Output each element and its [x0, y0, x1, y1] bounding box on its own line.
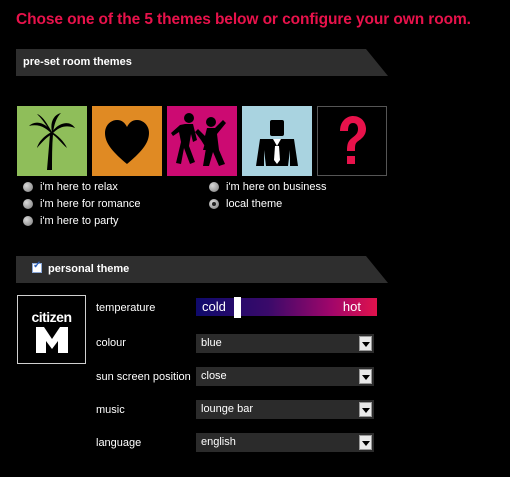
music-label: music	[96, 404, 125, 416]
chevron-down-icon[interactable]	[359, 336, 372, 351]
option-romance[interactable]: i'm here for romance	[23, 198, 141, 210]
personal-theme-checkbox[interactable]	[32, 260, 42, 273]
colour-select-value: blue	[201, 337, 222, 349]
page-headline: Chose one of the 5 themes below or confi…	[16, 11, 471, 28]
option-relax-label: i'm here to relax	[40, 181, 118, 193]
option-relax[interactable]: i'm here to relax	[23, 181, 118, 193]
theme-tile-business[interactable]	[242, 106, 312, 176]
temperature-slider[interactable]: cold hot	[196, 297, 377, 318]
chevron-down-icon[interactable]	[359, 435, 372, 450]
colour-label: colour	[96, 337, 126, 349]
cold-label: cold	[202, 299, 226, 314]
businessman-icon	[256, 120, 298, 166]
hot-label: hot	[342, 299, 361, 314]
chevron-down-icon[interactable]	[359, 369, 372, 384]
colour-select[interactable]: blue	[196, 334, 374, 353]
temperature-slider-thumb[interactable]	[234, 297, 241, 318]
option-local-label: local theme	[226, 198, 283, 210]
option-local[interactable]: local theme	[209, 198, 282, 210]
logo-text: citizen	[31, 309, 72, 325]
radio-business[interactable]	[209, 182, 219, 192]
sun-screen-select-value: close	[201, 370, 227, 382]
citizen-m-logo: citizen	[17, 295, 86, 364]
radio-party[interactable]	[23, 216, 33, 226]
option-party-label: i'm here to party	[40, 215, 119, 227]
theme-tile-party[interactable]	[167, 106, 237, 176]
question-mark-icon	[340, 116, 366, 164]
chevron-down-icon[interactable]	[359, 402, 372, 417]
language-label: language	[96, 437, 142, 449]
option-romance-label: i'm here for romance	[40, 198, 141, 210]
language-select-value: english	[201, 436, 236, 448]
radio-local[interactable]	[209, 199, 219, 209]
option-party[interactable]: i'm here to party	[23, 215, 119, 227]
theme-tile-relax[interactable]	[17, 106, 87, 176]
personal-theme-title: personal theme	[48, 263, 130, 275]
music-select[interactable]: lounge bar	[196, 400, 374, 419]
preset-themes-header: pre-set room themes	[16, 49, 388, 76]
theme-tile-romance[interactable]	[92, 106, 162, 176]
heart-icon	[105, 120, 149, 164]
personal-theme-header: personal theme	[16, 256, 388, 283]
radio-relax[interactable]	[23, 182, 33, 192]
temperature-label: temperature	[96, 302, 156, 314]
preset-themes-title: pre-set room themes	[23, 56, 132, 68]
radio-romance[interactable]	[23, 199, 33, 209]
palm-tree-icon	[29, 113, 75, 170]
sun-screen-label: sun screen position	[96, 371, 191, 383]
option-business-label: i'm here on business	[226, 181, 327, 193]
option-business[interactable]: i'm here on business	[209, 181, 327, 193]
music-select-value: lounge bar	[201, 403, 253, 415]
sun-screen-select[interactable]: close	[196, 367, 374, 386]
m-logo-icon	[36, 327, 68, 353]
dancing-couple-icon	[171, 113, 226, 166]
language-select[interactable]: english	[196, 433, 374, 452]
theme-tile-local[interactable]	[317, 106, 387, 176]
